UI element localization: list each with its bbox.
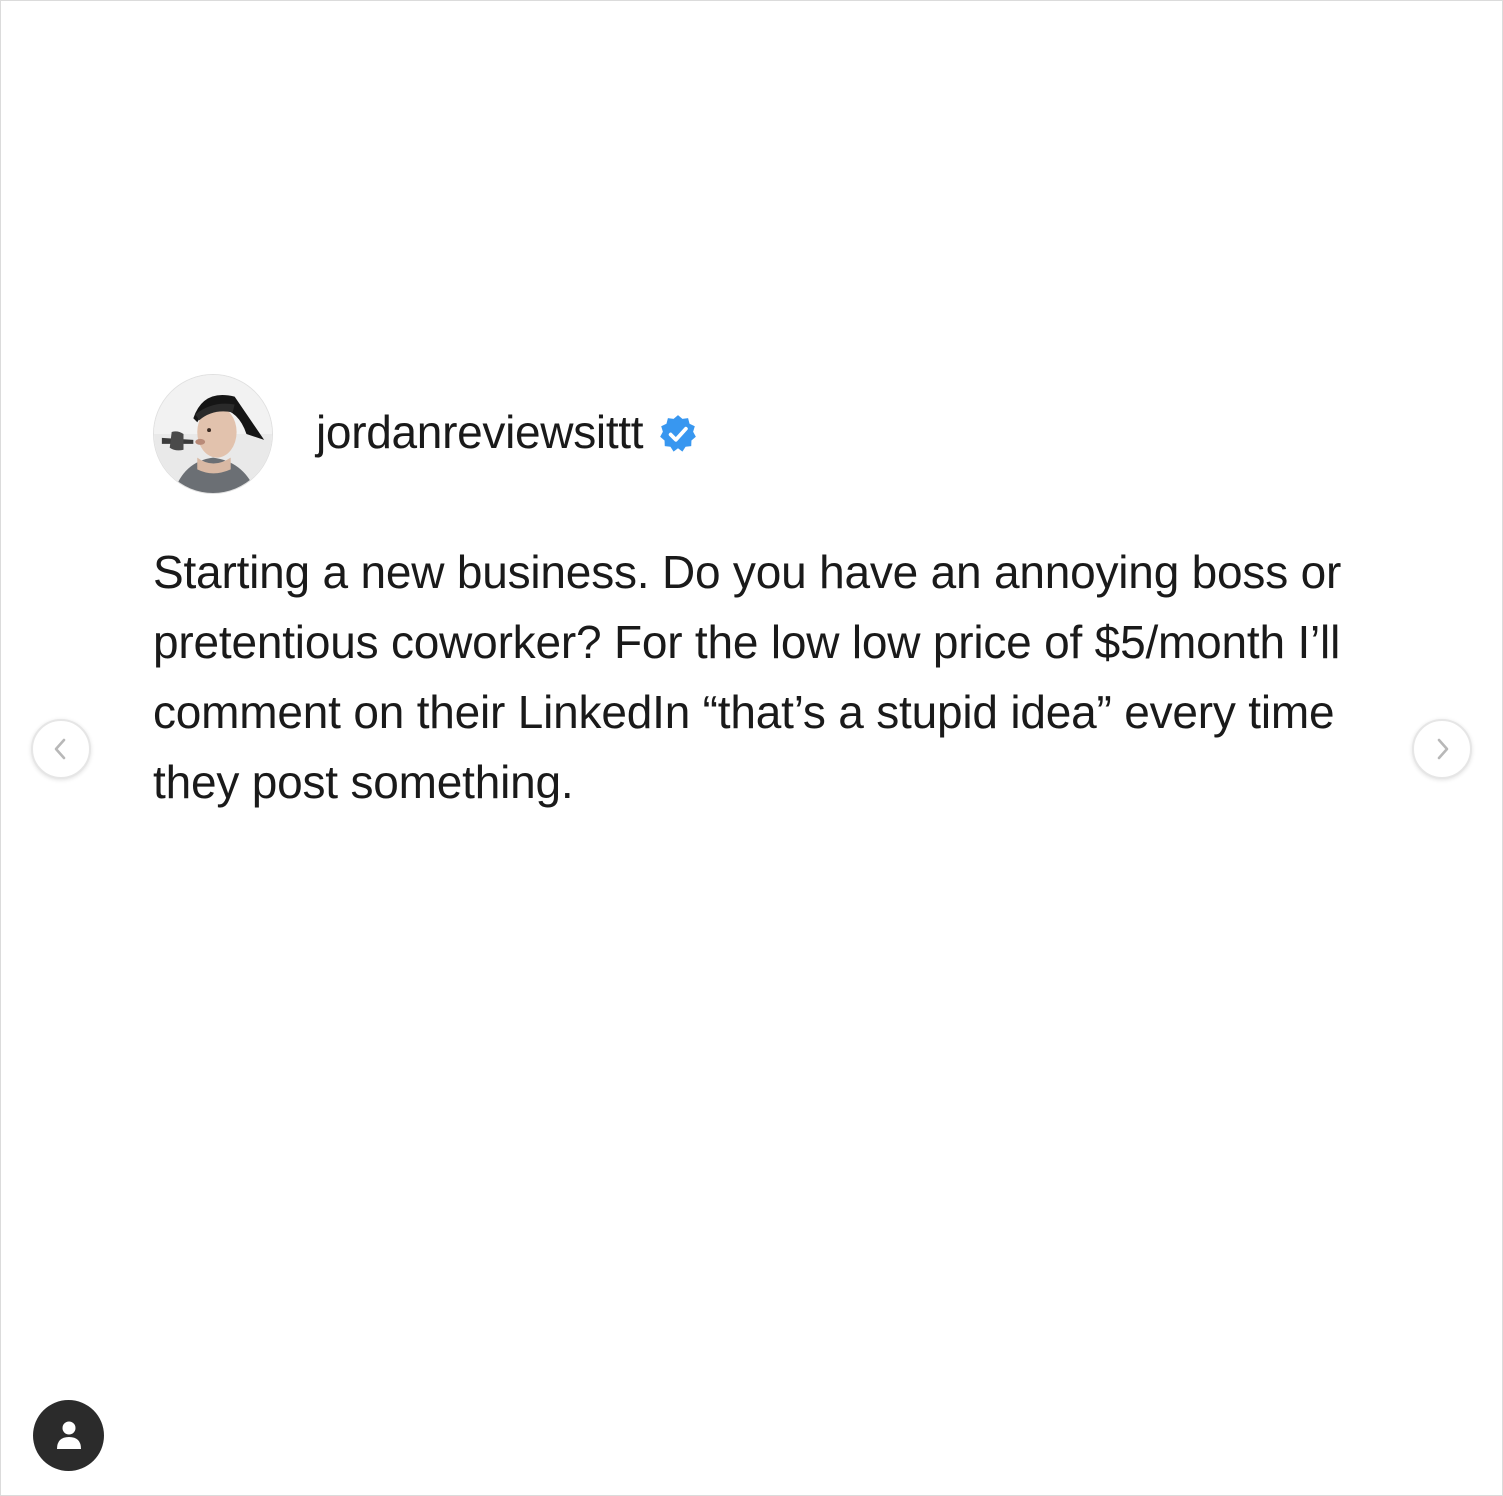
carousel-next-button[interactable]: [1412, 719, 1472, 779]
tweet-card: jordanreviewsittt Starting a new busines…: [153, 373, 1383, 817]
chevron-right-icon: [1437, 738, 1449, 760]
tagged-users-button[interactable]: [33, 1400, 104, 1471]
avatar-photo: [154, 375, 272, 493]
post-text: Starting a new business. Do you have an …: [153, 546, 1342, 808]
verified-badge-icon: [657, 413, 699, 455]
user-tag-icon: [56, 1421, 81, 1449]
username[interactable]: jordanreviewsittt: [316, 409, 644, 455]
carousel-prev-button[interactable]: [31, 719, 91, 779]
chevron-left-icon: [54, 738, 66, 760]
avatar[interactable]: [153, 374, 273, 494]
post-header: jordanreviewsittt: [153, 373, 1383, 495]
post-frame: jordanreviewsittt Starting a new busines…: [0, 0, 1503, 1496]
